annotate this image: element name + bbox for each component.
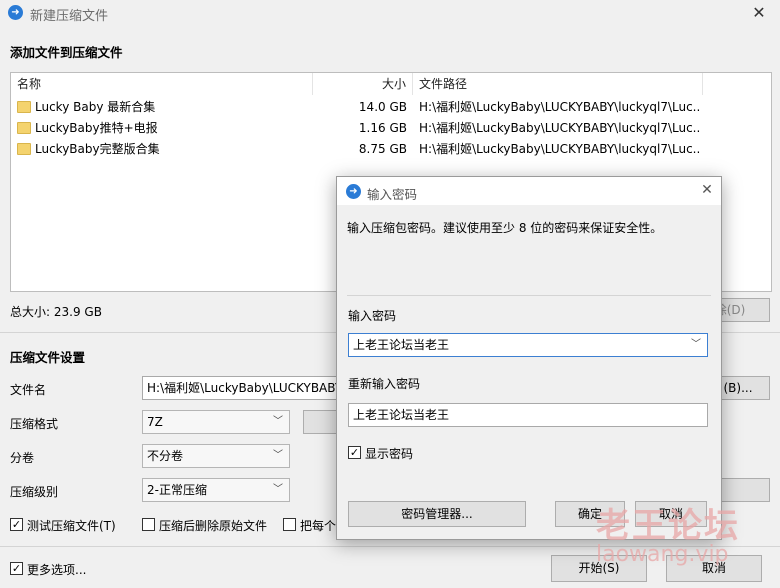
app-icon: ➜ — [8, 5, 23, 20]
close-icon[interactable]: ✕ — [697, 180, 717, 200]
watermark-text: 老王论坛 — [596, 506, 740, 546]
level-value: 2-正常压缩 — [147, 483, 207, 497]
table-row[interactable]: LuckyBaby推特+电报 1.16 GB H:\福利姬\LuckyBaby\… — [11, 118, 701, 139]
divider — [347, 295, 711, 296]
split-value: 不分卷 — [147, 449, 184, 463]
column-name-header[interactable]: 名称 — [11, 73, 313, 95]
dialog-title-bar: ➜ 输入密码 ✕ — [337, 177, 721, 205]
level-label: 压缩级别 — [10, 485, 59, 499]
add-files-heading: 添加文件到压缩文件 — [10, 45, 123, 60]
split-select[interactable]: 不分卷 ﹀ — [142, 444, 290, 468]
file-size: 14.0 GB — [358, 100, 407, 114]
dialog-title: 输入密码 — [367, 187, 418, 202]
confirm-password-input[interactable]: 上老王论坛当老王 — [348, 403, 708, 427]
filename-label: 文件名 — [10, 383, 47, 397]
dialog-description: 输入压缩包密码。建议使用至少 8 位的密码来保证安全性。 — [347, 221, 663, 235]
file-size: 8.75 GB — [358, 142, 407, 156]
file-path: H:\福利姬\LuckyBaby\LUCKYBABY\luckyql7\Luc.… — [419, 142, 701, 156]
test-archive-label: 测试压缩文件(T) — [27, 519, 116, 533]
settings-heading: 压缩文件设置 — [10, 350, 86, 365]
file-name: LuckyBaby推特+电报 — [35, 121, 158, 135]
file-size: 1.16 GB — [358, 121, 407, 135]
folder-icon — [17, 101, 31, 113]
table-row[interactable]: LuckyBaby完整版合集 8.75 GB H:\福利姬\LuckyBaby\… — [11, 139, 701, 160]
confirm-password-label: 重新输入密码 — [348, 377, 421, 391]
column-size-header[interactable]: 大小 — [313, 73, 413, 95]
password-dialog: ➜ 输入密码 ✕ 输入压缩包密码。建议使用至少 8 位的密码来保证安全性。 输入… — [336, 176, 722, 540]
chevron-down-icon: ﹀ — [273, 484, 283, 495]
chevron-down-icon: ﹀ — [273, 450, 283, 461]
file-name: Lucky Baby 最新合集 — [35, 100, 156, 114]
each-separately-checkbox[interactable] — [283, 518, 296, 531]
format-label: 压缩格式 — [10, 417, 59, 431]
table-row[interactable]: Lucky Baby 最新合集 14.0 GB H:\福利姬\LuckyBaby… — [11, 97, 701, 118]
watermark-url: laowang.vip — [596, 542, 729, 567]
title-bar: ➜ 新建压缩文件 ✕ — [0, 0, 780, 26]
folder-icon — [17, 143, 31, 155]
show-password-label: 显示密码 — [365, 447, 414, 461]
folder-icon — [17, 122, 31, 134]
filename-input[interactable]: H:\福利姬\LuckyBaby\LUCKYBABY — [142, 376, 338, 400]
column-path-header[interactable]: 文件路径 — [413, 73, 703, 95]
format-options-button[interactable] — [303, 410, 339, 434]
password-combo[interactable]: 上老王论坛当老王 ﹀ — [348, 333, 708, 357]
close-icon[interactable]: ✕ — [748, 2, 770, 24]
window-title: 新建压缩文件 — [30, 9, 109, 24]
delete-original-checkbox[interactable] — [142, 518, 155, 531]
file-name: LuckyBaby完整版合集 — [35, 142, 160, 156]
chevron-down-icon[interactable]: ﹀ — [691, 334, 701, 356]
level-select[interactable]: 2-正常压缩 ﹀ — [142, 478, 290, 502]
test-archive-checkbox[interactable]: ✓ — [10, 518, 23, 531]
total-size: 总大小: 23.9 GB — [10, 305, 102, 319]
more-options-checkbox[interactable]: ✓ — [10, 562, 23, 575]
password-label: 输入密码 — [348, 309, 397, 323]
file-path: H:\福利姬\LuckyBaby\LUCKYBABY\luckyql7\Luc.… — [419, 121, 701, 135]
dialog-app-icon: ➜ — [346, 184, 361, 199]
format-select[interactable]: 7Z ﹀ — [142, 410, 290, 434]
password-input[interactable]: 上老王论坛当老王 — [353, 338, 449, 352]
more-options-label: 更多选项... — [27, 563, 87, 577]
delete-original-label: 压缩后删除原始文件 — [159, 519, 268, 533]
chevron-down-icon: ﹀ — [273, 416, 283, 427]
file-path: H:\福利姬\LuckyBaby\LUCKYBABY\luckyql7\Luc.… — [419, 100, 701, 114]
each-separately-label: 把每个 — [300, 519, 337, 533]
split-label: 分卷 — [10, 451, 35, 465]
password-manager-button[interactable]: 密码管理器... — [348, 501, 526, 527]
format-value: 7Z — [147, 415, 163, 429]
show-password-checkbox[interactable]: ✓ — [348, 446, 361, 459]
